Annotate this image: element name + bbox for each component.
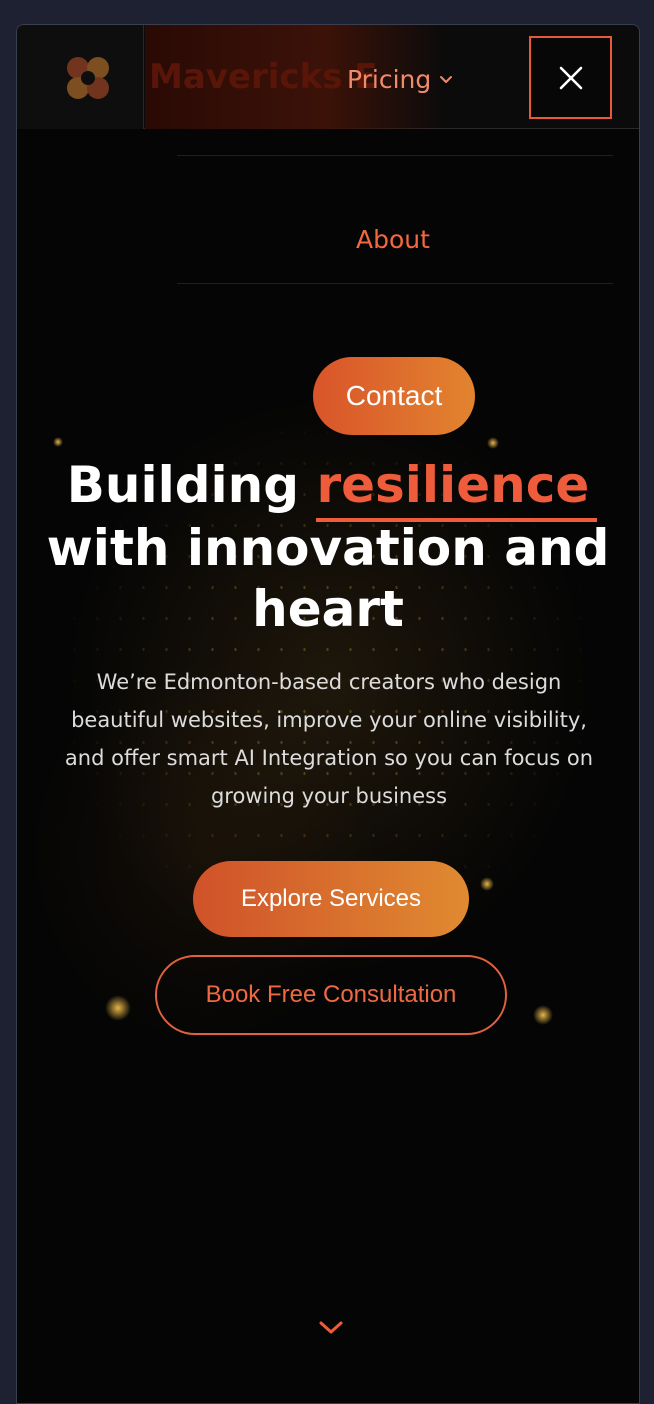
nav-item-pricing[interactable]: Pricing (347, 65, 453, 94)
nav-item-pricing-label: Pricing (347, 65, 432, 94)
hero-title-line-1: Building resilience (17, 455, 639, 522)
hero-subtitle: We’re Edmonton-based creators who design… (64, 670, 594, 808)
browser-frame: Mavericks E Pricing About Contact Buildi… (16, 24, 640, 1404)
bokeh-light (480, 877, 494, 891)
chevron-down-icon[interactable] (317, 1319, 345, 1337)
close-icon (559, 66, 582, 89)
contact-button[interactable]: Contact (313, 357, 475, 435)
bokeh-light (105, 995, 131, 1021)
hero-title-accent: resilience (316, 455, 598, 522)
nav-item-about[interactable]: About (17, 225, 639, 254)
close-menu-button[interactable] (529, 36, 612, 119)
bokeh-light (487, 437, 499, 449)
menu-divider (177, 283, 613, 284)
logo-link[interactable] (17, 25, 144, 129)
hero-title-line-3: heart (252, 580, 404, 638)
explore-services-button[interactable]: Explore Services (193, 861, 469, 937)
hero-title-line-2: with innovation and (46, 519, 610, 577)
hero-title: Building resilience with innovation and … (17, 455, 639, 640)
site-header: Mavericks E Pricing (17, 25, 639, 129)
hero-title-prefix: Building (66, 456, 317, 514)
bokeh-light (533, 1005, 553, 1025)
menu-divider (177, 155, 613, 156)
chevron-down-icon (440, 75, 453, 83)
book-consultation-button[interactable]: Book Free Consultation (155, 955, 507, 1035)
bokeh-light (53, 437, 63, 447)
mavericks-logo-icon (67, 57, 109, 99)
